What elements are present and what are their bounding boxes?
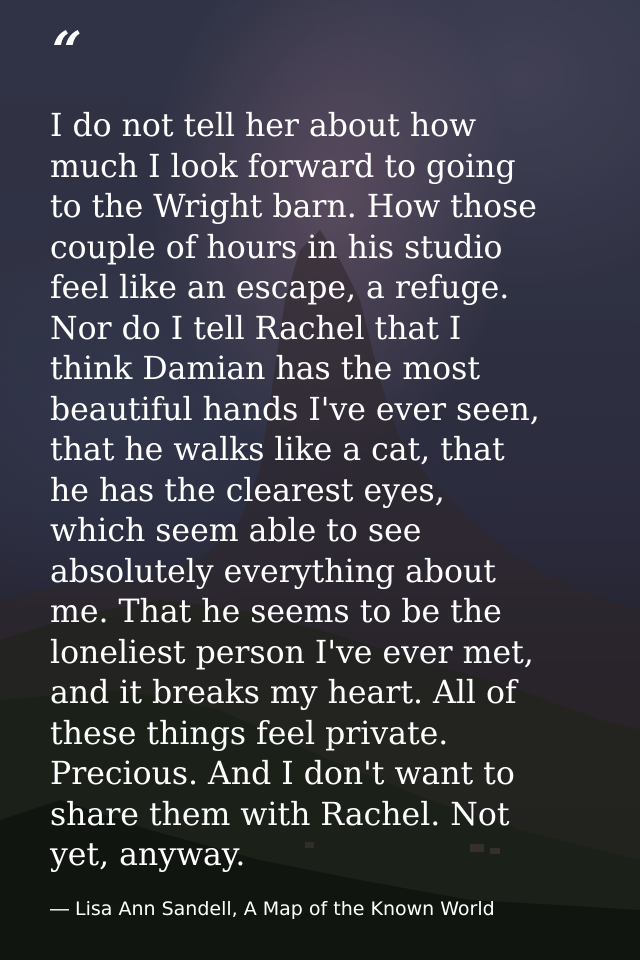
opening-quote-mark: “ <box>52 21 82 82</box>
quote-attribution: ― Lisa Ann Sandell, A Map of the Known W… <box>50 898 495 920</box>
quote-text: I do not tell her about how much I look … <box>50 108 540 873</box>
